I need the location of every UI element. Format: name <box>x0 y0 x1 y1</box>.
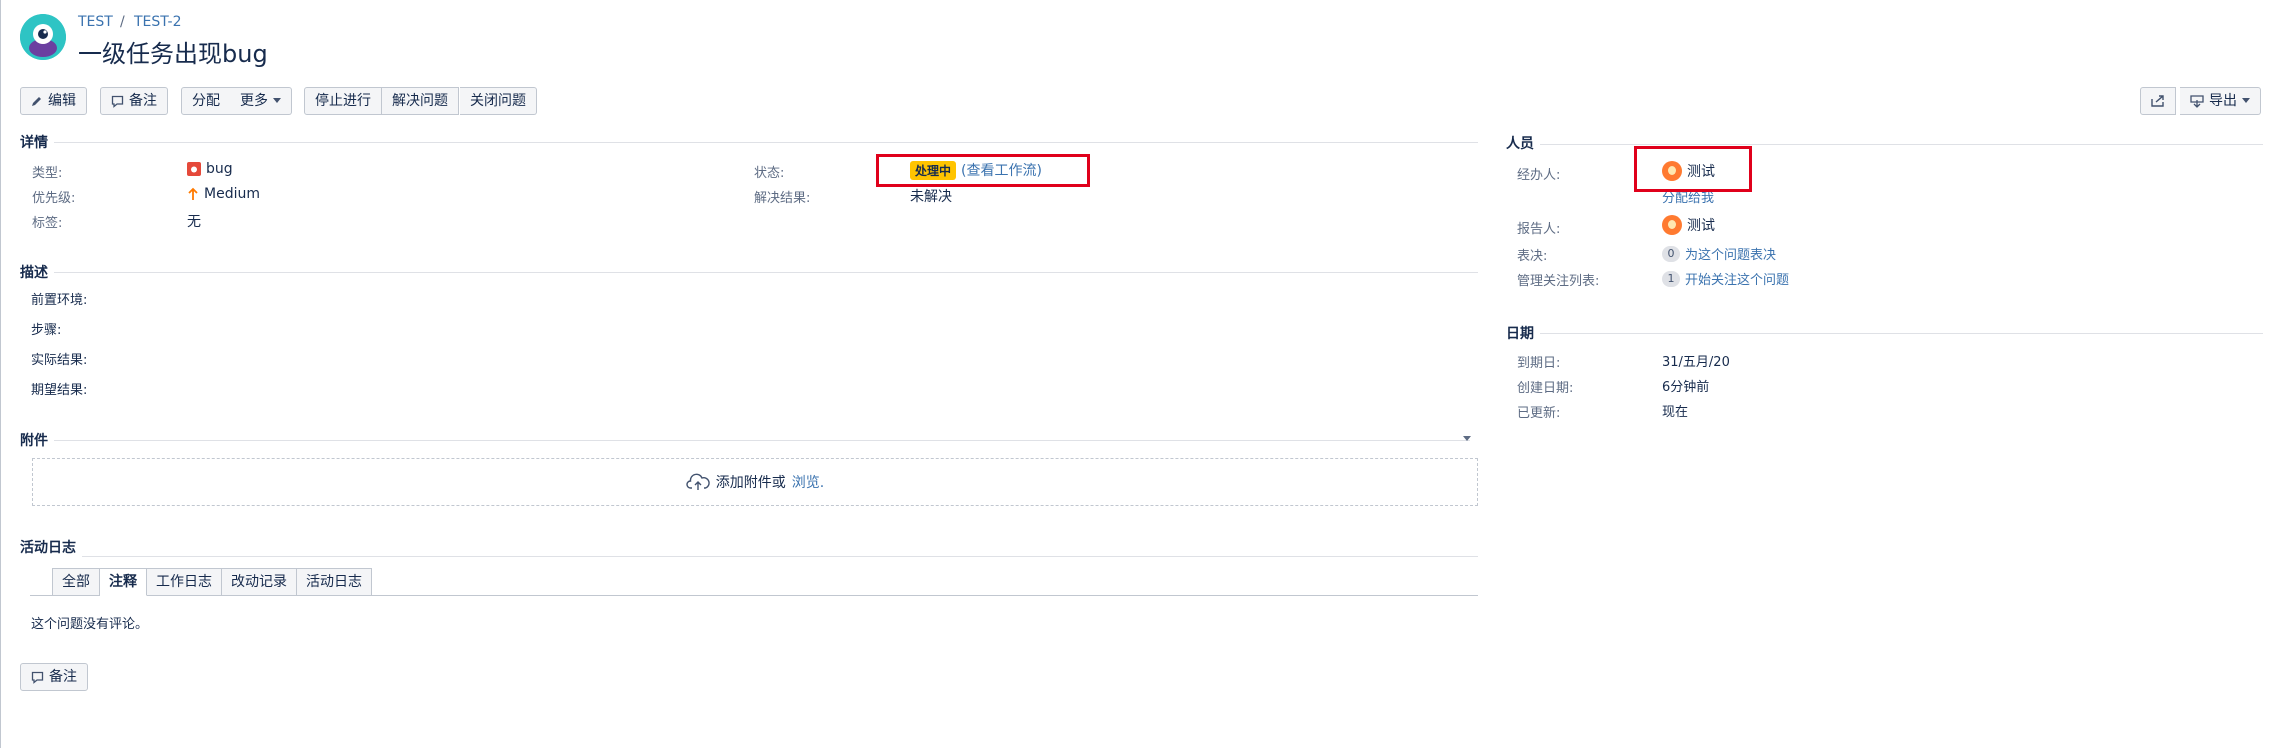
due-date-value: 31/五月/20 <box>1662 355 1730 370</box>
upload-cloud-icon <box>686 473 710 490</box>
attachments-heading[interactable]: 附件 <box>20 430 54 450</box>
comment-icon <box>31 671 44 684</box>
tab-comments[interactable]: 注释 <box>100 568 147 596</box>
dates-heading[interactable]: 日期 <box>1506 323 1540 343</box>
description-heading[interactable]: 描述 <box>20 262 54 282</box>
assign-button-label: 分配 <box>192 93 220 109</box>
tab-activity[interactable]: 活动日志 <box>297 568 372 596</box>
created-value: 6分钟前 <box>1662 380 1710 395</box>
more-button-label: 更多 <box>240 93 268 109</box>
priority-value: Medium <box>187 186 260 202</box>
activity-heading[interactable]: 活动日志 <box>20 537 82 557</box>
tab-worklog[interactable]: 工作日志 <box>147 568 222 596</box>
breadcrumb-issue-key[interactable]: TEST-2 <box>134 14 182 30</box>
pencil-icon <box>32 97 41 106</box>
comment-button[interactable]: 备注 <box>100 87 168 115</box>
close-issue-button[interactable]: 关闭问题 <box>460 87 537 115</box>
updated-value: 现在 <box>1662 405 1689 420</box>
attachment-dropzone[interactable]: 添加附件或 浏览. <box>32 458 1478 506</box>
arrow-up-icon <box>188 187 198 200</box>
tab-history[interactable]: 改动记录 <box>222 568 297 596</box>
export-button[interactable]: 导出 <box>2180 87 2261 115</box>
breadcrumb-separator: / <box>120 14 125 30</box>
people-heading[interactable]: 人员 <box>1506 133 1540 153</box>
bug-icon <box>187 162 201 176</box>
no-comments-text: 这个问题没有评论。 <box>31 617 149 632</box>
page-title: 一级任务出现bug <box>78 40 268 68</box>
due-date-label: 到期日: <box>1517 356 1561 371</box>
page-left-border <box>0 0 1 748</box>
resolve-issue-label: 解决问题 <box>392 93 448 109</box>
votes-count: 0 <box>1662 245 1680 262</box>
caret-down-icon <box>2242 98 2250 103</box>
close-issue-label: 关闭问题 <box>470 93 526 109</box>
priority-value-text: Medium <box>204 186 260 202</box>
description-line: 实际结果: <box>31 353 88 368</box>
description-line: 期望结果: <box>31 383 88 398</box>
priority-label: 优先级: <box>32 191 76 206</box>
comment-button-label: 备注 <box>129 93 157 109</box>
tab-all[interactable]: 全部 <box>52 568 100 596</box>
share-button[interactable] <box>2140 87 2176 115</box>
resolution-label: 解决结果: <box>754 191 811 206</box>
user-avatar-icon <box>1662 215 1682 235</box>
watchers-label: 管理关注列表: <box>1517 274 1600 289</box>
type-value-text: bug <box>206 161 233 177</box>
add-comment-label: 备注 <box>49 669 77 685</box>
type-label: 类型: <box>32 166 63 181</box>
attachment-drop-text: 添加附件或 <box>715 475 786 491</box>
stop-progress-button[interactable]: 停止进行 <box>304 87 382 115</box>
created-label: 创建日期: <box>1517 381 1574 396</box>
dates-rule <box>1506 333 2263 334</box>
caret-down-icon[interactable] <box>1463 436 1471 442</box>
vote-link[interactable]: 为这个问题表决 <box>1685 244 1776 263</box>
assign-button[interactable]: 分配 <box>181 87 231 115</box>
watch-link[interactable]: 开始关注这个问题 <box>1685 269 1789 288</box>
votes-value: 0 为这个问题表决 <box>1662 244 1776 263</box>
stop-progress-label: 停止进行 <box>315 93 371 109</box>
assignee-highlight-box <box>1634 146 1752 192</box>
description-line: 前置环境: <box>31 293 88 308</box>
browse-link[interactable]: 浏览. <box>792 472 824 492</box>
comment-icon <box>111 95 124 108</box>
resolve-issue-button[interactable]: 解决问题 <box>382 87 459 115</box>
export-button-label: 导出 <box>2209 93 2237 109</box>
details-rule <box>20 142 1478 143</box>
description-line: 步骤: <box>31 323 62 338</box>
labels-value: 无 <box>187 214 201 230</box>
labels-label: 标签: <box>32 216 63 231</box>
status-highlight-box <box>876 154 1090 187</box>
attachments-rule <box>20 440 1470 441</box>
watchers-count: 1 <box>1662 270 1680 287</box>
add-comment-button[interactable]: 备注 <box>20 663 88 691</box>
edit-button[interactable]: 编辑 <box>20 87 87 115</box>
share-icon <box>2151 95 2164 107</box>
activity-tabs: 全部 注释 工作日志 改动记录 活动日志 <box>52 568 372 596</box>
assignee-label: 经办人: <box>1517 168 1561 183</box>
caret-down-icon <box>273 98 281 103</box>
reporter-name: 测试 <box>1687 218 1715 234</box>
project-avatar-icon[interactable] <box>20 14 66 60</box>
reporter-value[interactable]: 测试 <box>1662 215 1715 235</box>
description-rule <box>20 272 1478 273</box>
votes-label: 表决: <box>1517 249 1548 264</box>
activity-rule <box>20 556 1478 557</box>
more-button[interactable]: 更多 <box>230 87 292 115</box>
edit-button-label: 编辑 <box>48 93 76 109</box>
status-label: 状态: <box>754 166 785 181</box>
people-rule <box>1506 144 2263 145</box>
details-heading[interactable]: 详情 <box>20 132 54 152</box>
export-icon <box>2190 94 2204 108</box>
reporter-label: 报告人: <box>1517 222 1561 237</box>
updated-label: 已更新: <box>1517 406 1561 421</box>
breadcrumb-project[interactable]: TEST <box>78 14 113 30</box>
type-value: bug <box>187 161 233 177</box>
resolution-value: 未解决 <box>910 189 952 205</box>
watchers-value: 1 开始关注这个问题 <box>1662 269 1789 288</box>
